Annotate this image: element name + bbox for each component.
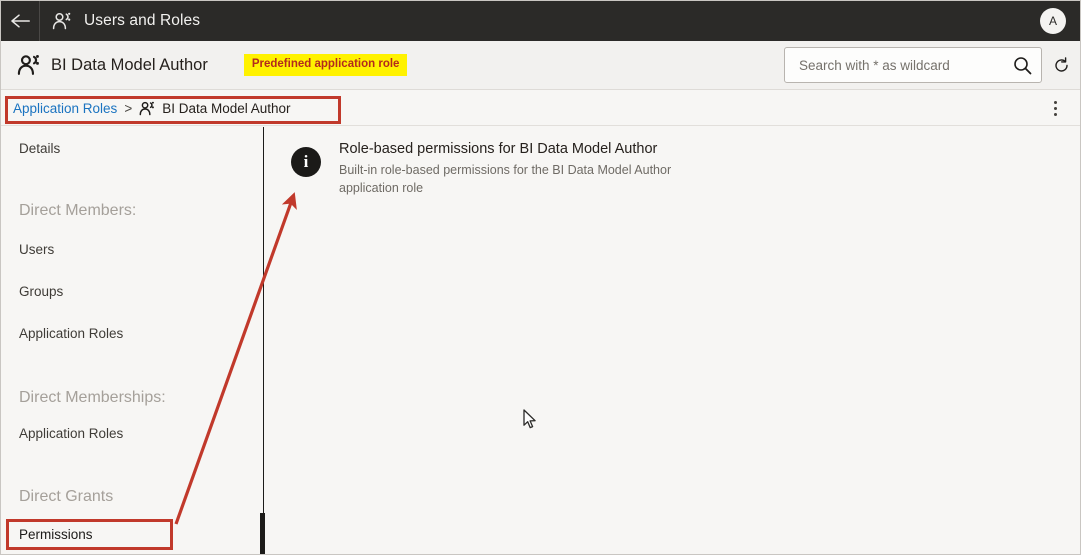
breadcrumb-link-application-roles[interactable]: Application Roles: [13, 101, 117, 116]
user-role-icon: [139, 101, 156, 116]
page-title: BI Data Model Author: [51, 55, 208, 74]
sidebar-section-direct-memberships: Direct Memberships:: [19, 389, 166, 406]
refresh-button[interactable]: [1042, 45, 1080, 85]
info-text: Role-based permissions for BI Data Model…: [339, 141, 679, 197]
search-box[interactable]: [784, 47, 1042, 83]
sidebar-section-direct-members: Direct Members:: [19, 202, 137, 219]
kebab-dot: [1053, 100, 1057, 104]
search-icon[interactable]: [1011, 56, 1033, 75]
sidebar-item-users[interactable]: Users: [1, 242, 54, 257]
sidebar-item-permissions[interactable]: Permissions: [1, 527, 93, 542]
sidebar-item-application-roles[interactable]: Application Roles: [1, 426, 123, 441]
kebab-dot: [1053, 106, 1057, 110]
back-button[interactable]: [1, 1, 39, 41]
sidebar-item-application-roles[interactable]: Application Roles: [1, 326, 123, 341]
sidebar-section-direct-grants: Direct Grants: [19, 488, 114, 505]
info-banner: i Role-based permissions for BI Data Mod…: [265, 127, 1080, 197]
sidebar: Details Direct Members: Users Groups Applica…: [1, 127, 264, 554]
kebab-dot: [1053, 112, 1057, 116]
back-arrow-icon: [10, 14, 30, 28]
refresh-icon: [1054, 56, 1068, 72]
sidebar-item-groups[interactable]: Groups: [1, 284, 63, 299]
app-title: Users and Roles: [84, 12, 201, 29]
kebab-menu-icon[interactable]: [1038, 91, 1072, 125]
user-role-icon: [13, 54, 45, 76]
search-input[interactable]: [797, 56, 1011, 74]
status-badge: Predefined application role: [243, 53, 408, 77]
breadcrumb: Application Roles > BI Data Model Author: [13, 101, 291, 116]
entity-header: BI Data Model Author Predefined applicat…: [1, 41, 1080, 90]
sidebar-item-details[interactable]: Details: [1, 141, 60, 156]
info-icon: i: [291, 147, 321, 177]
avatar[interactable]: A: [1040, 8, 1066, 34]
info-title: Role-based permissions for BI Data Model…: [339, 141, 658, 157]
breadcrumb-current: BI Data Model Author: [162, 100, 291, 116]
breadcrumb-bar: Application Roles > BI Data Model Author: [1, 91, 1080, 126]
main-content: i Role-based permissions for BI Data Mod…: [265, 127, 1080, 554]
top-app-bar: Users and Roles A: [1, 1, 1080, 41]
users-roles-icon: [40, 1, 84, 41]
breadcrumb-separator: >: [124, 100, 133, 116]
users-and-roles-app: Users and Roles A BI Data Model Author P…: [0, 0, 1081, 555]
info-description: Built-in role-based permissions for the …: [339, 163, 672, 196]
